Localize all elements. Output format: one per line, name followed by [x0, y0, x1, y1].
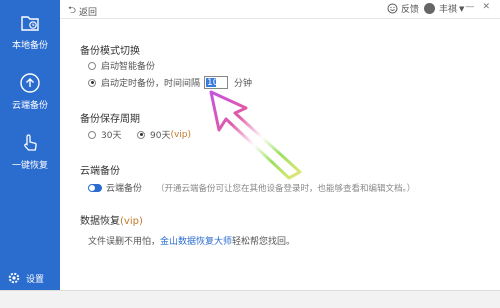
cloud-backup-toggle[interactable]: [88, 183, 102, 192]
settings-label: 设置: [26, 274, 45, 285]
radio-retention-30[interactable]: 30天: [88, 128, 121, 141]
sidebar-item-one-click-restore[interactable]: 一键恢复: [0, 132, 60, 188]
smiley-icon: [387, 3, 398, 14]
smart-backup-label: 启动智能备份: [101, 62, 156, 72]
minimize-button[interactable]: —: [465, 2, 474, 12]
sidebar-item-label: 本地备份: [11, 41, 48, 51]
back-button[interactable]: ⮌ 返回: [68, 3, 97, 20]
backup-mode-title: 备份模式切换: [80, 46, 140, 57]
annotation-arrow-icon: [209, 90, 302, 180]
bottom-bar: [0, 290, 500, 308]
cloud-backup-toggle-label: 云端备份: [106, 184, 143, 194]
radio-timed-backup[interactable]: 启动定时备份，时间间隔 分钟: [88, 76, 252, 89]
caret-down-icon: ▼: [459, 4, 465, 13]
settings-button[interactable]: 设置: [8, 270, 54, 286]
recovery-text: 文件误删不用怕， 金山数据恢复大师 轻松帮您找回。: [88, 234, 295, 247]
hand-pointer-icon: [24, 134, 37, 151]
user-menu[interactable]: 丰祺 ▼: [424, 2, 464, 15]
back-arrow-icon: ⮌: [68, 5, 77, 16]
timed-backup-label: 启动定时备份，时间间隔: [101, 79, 201, 89]
cloud-backup-toggle-row: 云端备份 （开通云端备份可让您在其他设备登录时，也能够查看和编辑文档。）: [88, 181, 415, 194]
recovery-title: 数据恢复(vip): [80, 212, 143, 227]
feedback-label: 反馈: [401, 5, 420, 15]
vip-tag: (vip): [120, 216, 143, 227]
close-button[interactable]: ✕: [482, 2, 490, 12]
radio-button[interactable]: [137, 130, 145, 139]
feedback-button[interactable]: 反馈: [387, 2, 419, 15]
gear-icon: [8, 272, 20, 284]
avatar: [424, 3, 435, 14]
interval-input[interactable]: [204, 76, 229, 89]
radio-smart-backup[interactable]: 启动智能备份: [88, 59, 155, 72]
retention-title: 备份保存周期: [80, 114, 140, 125]
recovery-master-link[interactable]: 金山数据恢复大师: [160, 234, 232, 247]
radio-button[interactable]: [88, 61, 96, 70]
retention-30-label: 30天: [101, 131, 122, 141]
sidebar-item-label: 一键恢复: [11, 161, 48, 171]
top-bar: ⮌ 返回 反馈 丰祺 ▼ — ✕: [60, 0, 500, 19]
backup-settings-window: 本地备份 云端备份 一键恢复 设置 ⮌ 返回 反馈 丰祺 ▼ — ✕ 备份模式切…: [0, 0, 500, 308]
sidebar-item-label: 云端备份: [11, 101, 48, 111]
cloud-upload-icon: [20, 73, 40, 93]
radio-retention-90[interactable]: 90天 (vip): [137, 128, 191, 141]
radio-button[interactable]: [88, 130, 96, 139]
cloud-backup-hint: （开通云端备份可让您在其他设备登录时，也能够查看和编辑文档。）: [156, 183, 416, 194]
folder-clock-icon: [21, 16, 39, 31]
cloud-backup-title: 云端备份: [80, 166, 120, 177]
sidebar: 本地备份 云端备份 一键恢复 设置: [0, 0, 60, 290]
user-name: 丰祺: [439, 5, 458, 15]
vip-tag: (vip): [170, 129, 192, 140]
retention-90-label: 90天: [150, 131, 171, 141]
window-controls: — ✕: [465, 2, 490, 12]
recovery-text-after: 轻松帮您找回。: [232, 237, 296, 247]
interval-unit: 分钟: [234, 79, 253, 89]
sidebar-item-local-backup[interactable]: 本地备份: [0, 12, 60, 68]
sidebar-item-cloud-backup[interactable]: 云端备份: [0, 72, 60, 128]
back-label: 返回: [79, 8, 98, 18]
radio-button[interactable]: [88, 78, 96, 87]
recovery-title-text: 数据恢复: [80, 216, 120, 227]
recovery-text-before: 文件误删不用怕，: [88, 237, 161, 247]
